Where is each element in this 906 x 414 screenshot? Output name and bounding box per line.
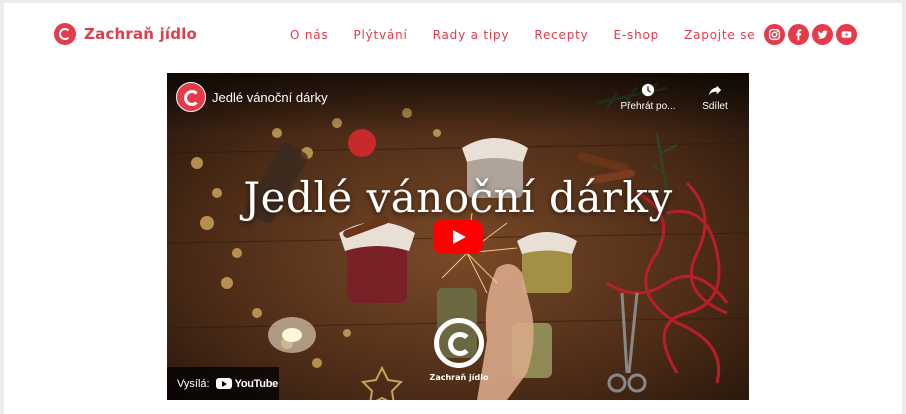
nav-item-o-nas[interactable]: O nás: [290, 28, 328, 42]
nav-item-rady-a-tipy[interactable]: Rady a tipy: [433, 28, 510, 42]
page: Zachraň jídlo O nás Plýtvání Rady a tipy…: [4, 3, 902, 414]
share-label: Sdílet: [702, 101, 728, 112]
share-button[interactable]: Sdílet: [695, 83, 735, 112]
brand-logo-icon: [434, 318, 484, 368]
nav-item-plytvani[interactable]: Plýtvání: [353, 28, 407, 42]
youtube-logo: YouTube: [215, 377, 279, 390]
instagram-icon[interactable]: [764, 24, 785, 45]
channel-avatar[interactable]: [176, 82, 206, 112]
nav-item-recepty[interactable]: Recepty: [534, 28, 588, 42]
site-logo[interactable]: Zachraň jídlo: [54, 23, 197, 45]
logo-text: Zachraň jídlo: [84, 25, 198, 43]
watch-later-label: Přehrát po...: [620, 101, 676, 112]
video-overlay-title: Jedlé vánoční dárky: [243, 173, 673, 222]
play-button[interactable]: [433, 220, 483, 254]
main-nav: O nás Plýtvání Rady a tipy Recepty E-sho…: [290, 28, 780, 42]
facebook-icon[interactable]: [788, 24, 809, 45]
youtube-wordmark: YouTube: [234, 377, 279, 390]
twitter-icon[interactable]: [812, 24, 833, 45]
youtube-play-icon: [215, 378, 232, 389]
video-player[interactable]: Jedlé vánoční dárky Přehrát po... Sdílet…: [167, 73, 749, 400]
watch-later-button[interactable]: Přehrát po...: [613, 83, 683, 112]
youtube-icon[interactable]: [836, 24, 857, 45]
nav-item-e-shop[interactable]: E-shop: [614, 28, 660, 42]
social-links: [764, 24, 857, 45]
watch-on-label: Vysílá:: [177, 377, 210, 390]
logo-icon: [54, 23, 76, 45]
nav-item-zapojte-se[interactable]: Zapojte se: [684, 28, 755, 42]
share-icon: [708, 85, 722, 96]
brand-logo-text: Zachraň jídlo: [429, 373, 489, 382]
clock-icon: [641, 83, 655, 97]
video-title[interactable]: Jedlé vánoční dárky: [212, 90, 328, 105]
video-brand-logo: Zachraň jídlo: [429, 318, 489, 382]
watch-on-youtube-button[interactable]: Vysílá: YouTube: [167, 367, 279, 400]
